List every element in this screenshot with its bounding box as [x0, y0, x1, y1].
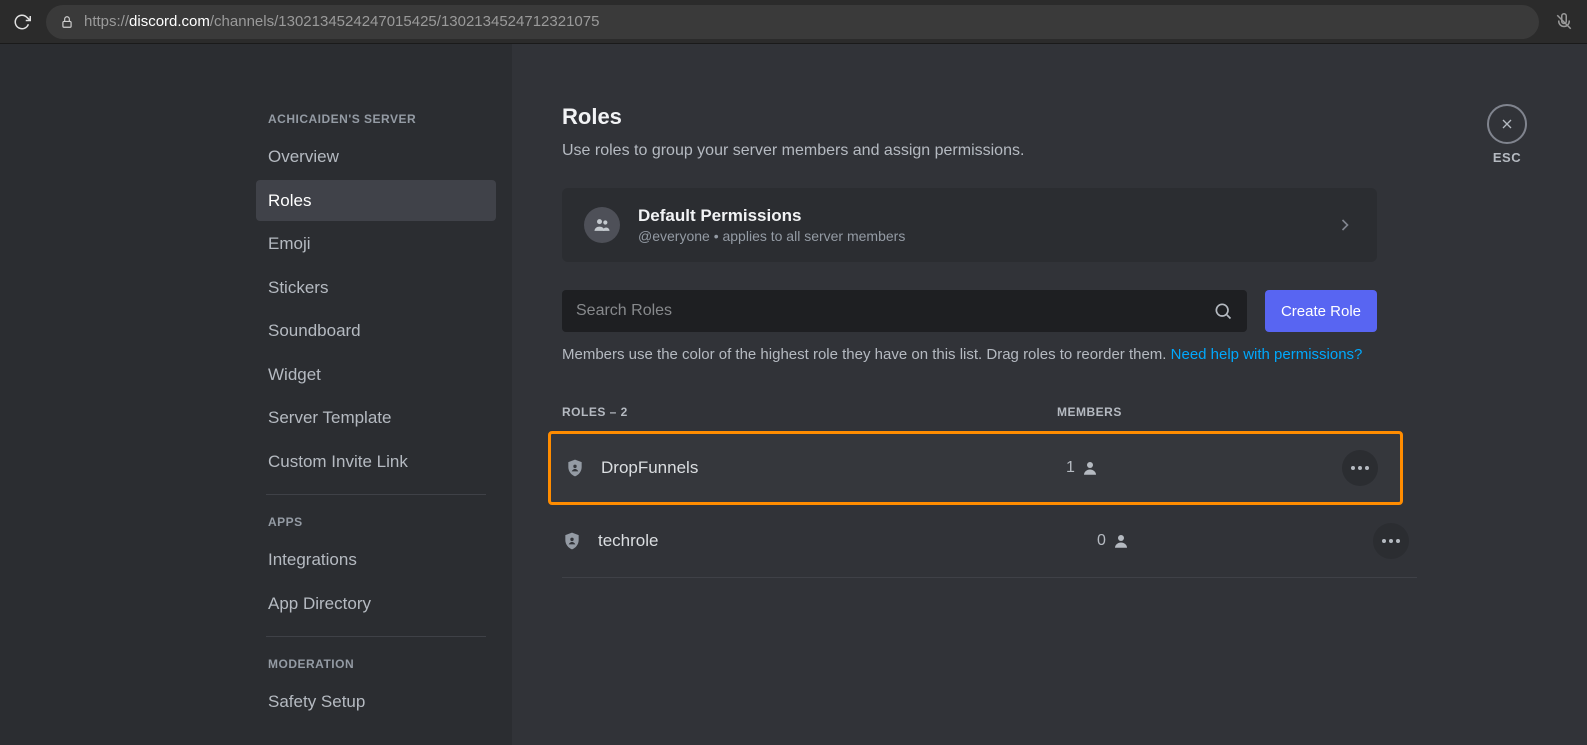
sidebar-item-overview[interactable]: Overview: [256, 136, 496, 178]
close-button[interactable]: [1487, 104, 1527, 144]
chevron-right-icon: [1335, 215, 1355, 235]
create-role-button[interactable]: Create Role: [1265, 290, 1377, 332]
sidebar-item-integrations[interactable]: Integrations: [256, 539, 496, 581]
moderation-header: MODERATION: [256, 649, 496, 679]
search-icon: [1213, 301, 1233, 321]
default-perm-title: Default Permissions: [638, 206, 1317, 226]
role-name: techrole: [598, 531, 1097, 551]
sidebar-item-soundboard[interactable]: Soundboard: [256, 310, 496, 352]
sidebar-item-stickers[interactable]: Stickers: [256, 267, 496, 309]
member-count: 1: [1066, 459, 1196, 477]
settings-sidebar: ACHICAIDEN'S SERVER Overview Roles Emoji…: [0, 44, 512, 745]
roles-table-header: ROLES – 2 MEMBERS: [562, 405, 1377, 419]
settings-content: ESC Roles Use roles to group your server…: [512, 44, 1587, 745]
sidebar-item-app-directory[interactable]: App Directory: [256, 583, 496, 625]
search-input[interactable]: [576, 302, 1213, 320]
more-icon: [1382, 539, 1400, 543]
help-link[interactable]: Need help with permissions?: [1171, 346, 1363, 363]
member-count: 0: [1097, 532, 1227, 550]
default-perm-subtitle: @everyone • applies to all server member…: [638, 228, 1317, 244]
role-more-button[interactable]: [1342, 450, 1378, 486]
person-icon: [1112, 532, 1130, 550]
role-name: DropFunnels: [601, 458, 1066, 478]
browser-bar: https://discord.com/channels/13021345242…: [0, 0, 1587, 44]
close-icon: [1499, 116, 1515, 132]
role-row-dropfunnels[interactable]: DropFunnels 1: [548, 431, 1403, 505]
more-icon: [1351, 466, 1369, 470]
url-text: https://discord.com/channels/13021345242…: [84, 13, 599, 30]
server-name-header: ACHICAIDEN'S SERVER: [256, 104, 496, 134]
everyone-icon: [584, 207, 620, 243]
person-icon: [1081, 459, 1099, 477]
shield-icon: [562, 530, 584, 552]
divider: [266, 494, 486, 495]
role-more-button[interactable]: [1373, 523, 1409, 559]
roles-column-header: ROLES – 2: [562, 405, 1057, 419]
reload-button[interactable]: [8, 8, 36, 36]
sidebar-item-roles[interactable]: Roles: [256, 180, 496, 222]
sidebar-item-emoji[interactable]: Emoji: [256, 223, 496, 265]
hint-text: Members use the color of the highest rol…: [562, 344, 1377, 365]
sidebar-item-widget[interactable]: Widget: [256, 354, 496, 396]
sidebar-item-server-template[interactable]: Server Template: [256, 397, 496, 439]
sidebar-item-custom-invite-link[interactable]: Custom Invite Link: [256, 441, 496, 483]
shield-icon: [565, 457, 587, 479]
divider: [266, 636, 486, 637]
members-column-header: MEMBERS: [1057, 405, 1187, 419]
search-box[interactable]: [562, 290, 1247, 332]
page-title: Roles: [562, 104, 1527, 130]
role-row-techrole[interactable]: techrole 0: [562, 505, 1417, 578]
lock-icon: [60, 15, 74, 29]
close-wrap: ESC: [1487, 104, 1527, 165]
apps-header: APPS: [256, 507, 496, 537]
reload-icon: [13, 13, 31, 31]
default-permissions-card[interactable]: Default Permissions @everyone • applies …: [562, 188, 1377, 262]
page-subtitle: Use roles to group your server members a…: [562, 142, 1527, 160]
sidebar-item-safety-setup[interactable]: Safety Setup: [256, 681, 496, 723]
esc-label: ESC: [1487, 150, 1527, 165]
mic-muted-icon[interactable]: [1549, 13, 1579, 31]
address-bar[interactable]: https://discord.com/channels/13021345242…: [46, 5, 1539, 39]
